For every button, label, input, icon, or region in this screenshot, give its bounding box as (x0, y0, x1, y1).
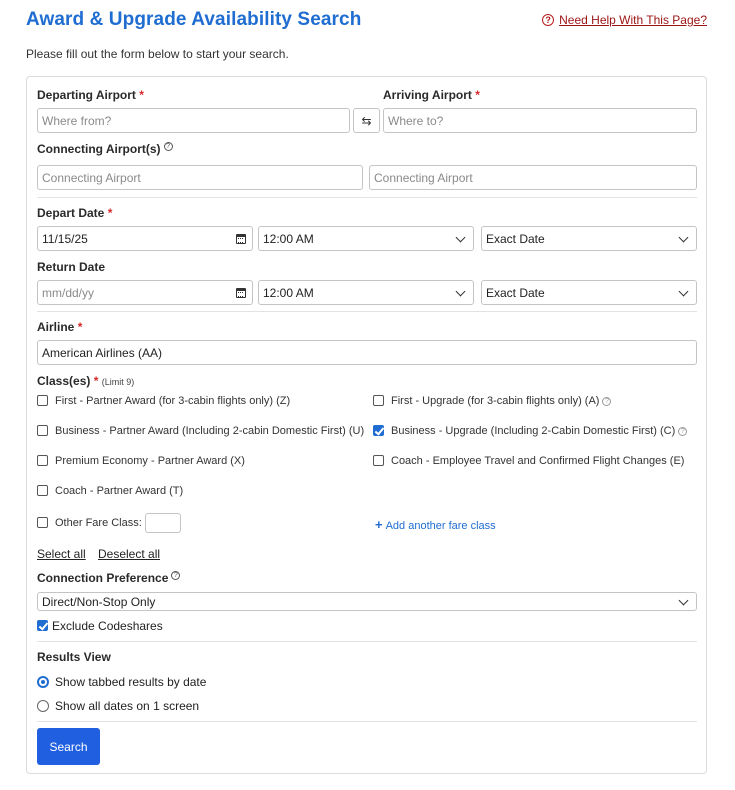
divider (37, 721, 697, 722)
airline-input[interactable]: American Airlines (AA) (37, 340, 697, 365)
divider (37, 197, 697, 198)
return-flex-select[interactable]: Exact Date (481, 280, 697, 305)
class-checkbox-t[interactable] (37, 485, 48, 496)
results-tabbed-radio[interactable] (37, 676, 49, 688)
search-button[interactable]: Search (37, 728, 100, 765)
info-icon[interactable]: ? (678, 427, 688, 436)
class-label-u: Business - Partner Award (Including 2-ca… (55, 425, 365, 437)
info-icon[interactable]: ? (602, 397, 612, 406)
connection-preference-label: Connection Preference? (37, 571, 181, 585)
class-label-c: Business - Upgrade (Including 2-Cabin Do… (391, 425, 688, 437)
chevron-down-icon (678, 232, 689, 243)
class-checkbox-u[interactable] (37, 425, 48, 436)
other-fare-label: Other Fare Class: (55, 517, 142, 529)
divider (37, 641, 697, 642)
depart-date-input[interactable]: 11/15/25 (37, 226, 253, 251)
depart-time-select[interactable]: 12:00 AM (258, 226, 474, 251)
exclude-codeshares-checkbox[interactable] (37, 620, 48, 631)
chevron-down-icon (678, 286, 689, 297)
connecting-airports-label: Connecting Airport(s)? (37, 142, 173, 156)
classes-label: Class(es) * (Limit 9) (37, 374, 135, 388)
other-fare-checkbox[interactable] (37, 517, 48, 528)
results-view-label: Results View (37, 650, 111, 664)
departing-airport-input[interactable] (37, 108, 350, 133)
depart-date-label: Depart Date * (37, 206, 113, 220)
results-tabbed-label: Show tabbed results by date (55, 675, 207, 689)
depart-flex-select[interactable]: Exact Date (481, 226, 697, 251)
chevron-down-icon (678, 595, 689, 606)
class-checkbox-x[interactable] (37, 455, 48, 466)
results-single-screen-label: Show all dates on 1 screen (55, 699, 200, 713)
required-mark: * (77, 320, 83, 334)
swap-airports-button[interactable]: ⇆ (353, 108, 380, 133)
required-mark: * (139, 88, 144, 102)
return-time-select[interactable]: 12:00 AM (258, 280, 474, 305)
class-checkbox-e[interactable] (373, 455, 384, 466)
intro-text: Please fill out the form below to start … (26, 47, 289, 61)
add-fare-class-link[interactable]: + Add another fare class (375, 517, 496, 532)
divider (37, 311, 697, 312)
required-mark: * (475, 88, 480, 102)
required-mark: * (93, 374, 99, 388)
select-all-link[interactable]: Select all (37, 547, 86, 561)
classes-limit: (Limit 9) (101, 377, 135, 387)
help-section[interactable]: ? Need Help With This Page? (542, 13, 707, 27)
class-label-a: First - Upgrade (for 3-cabin flights onl… (391, 395, 612, 407)
help-circle-icon: ? (542, 14, 555, 26)
class-label-t: Coach - Partner Award (T) (55, 485, 184, 497)
swap-icon: ⇆ (361, 113, 372, 128)
connecting-airport-input-1[interactable] (37, 165, 363, 190)
class-label-x: Premium Economy - Partner Award (X) (55, 455, 245, 467)
class-checkbox-z[interactable] (37, 395, 48, 406)
search-form-card: Departing Airport * ⇆ Arriving Airport *… (26, 76, 707, 774)
other-fare-input[interactable] (145, 513, 181, 533)
class-checkbox-a[interactable] (373, 395, 384, 406)
chevron-down-icon (455, 286, 466, 297)
help-link[interactable]: Need Help With This Page? (559, 13, 707, 27)
return-date-input[interactable]: mm/dd/yy (37, 280, 253, 305)
class-label-e: Coach - Employee Travel and Confirmed Fl… (391, 455, 685, 467)
arriving-airport-input[interactable] (383, 108, 697, 133)
plus-icon: + (375, 517, 383, 532)
info-icon[interactable]: ? (171, 571, 181, 580)
connection-preference-select[interactable]: Direct/Non-Stop Only (37, 592, 697, 611)
required-mark: * (107, 206, 113, 220)
info-icon[interactable]: ? (163, 142, 173, 151)
class-label-z: First - Partner Award (for 3-cabin fligh… (55, 395, 291, 407)
calendar-icon[interactable] (236, 288, 246, 298)
arriving-airport-label: Arriving Airport * (383, 88, 480, 102)
calendar-icon[interactable] (236, 234, 246, 244)
exclude-codeshares-label: Exclude Codeshares (52, 619, 163, 633)
page-title: Award & Upgrade Availability Search (26, 9, 362, 30)
chevron-down-icon (455, 232, 466, 243)
connecting-airport-input-2[interactable] (369, 165, 697, 190)
deselect-all-link[interactable]: Deselect all (98, 547, 160, 561)
return-date-label: Return Date (37, 260, 106, 274)
airline-label: Airline * (37, 320, 83, 334)
results-single-screen-radio[interactable] (37, 700, 49, 712)
departing-airport-label: Departing Airport * (37, 88, 144, 102)
class-checkbox-c[interactable] (373, 425, 384, 436)
